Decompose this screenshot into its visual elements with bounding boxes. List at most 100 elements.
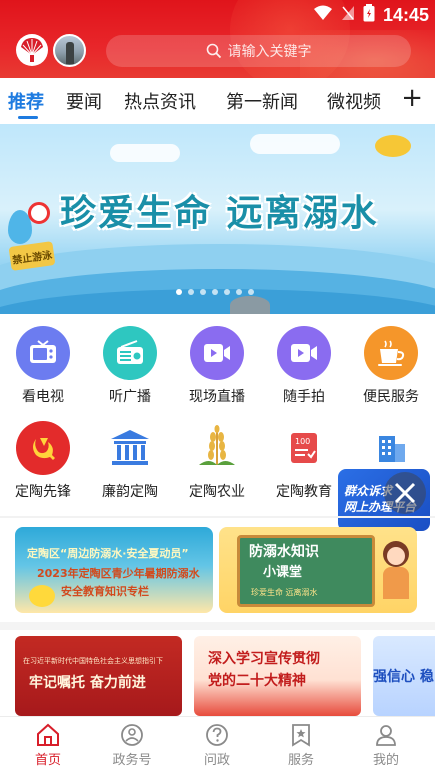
tab-hot-news[interactable]: 热点资讯 [124, 88, 196, 114]
service-watch-tv[interactable]: 看电视 [3, 326, 83, 406]
carousel-dot[interactable] [212, 289, 218, 295]
service-label: 现场直播 [189, 389, 245, 405]
close-icon [394, 482, 416, 504]
camera-video-icon [277, 326, 331, 380]
service-label: 定陶先锋 [15, 484, 71, 500]
carousel-dot[interactable] [176, 289, 182, 295]
service-convenience[interactable]: 便民服务 [351, 326, 431, 406]
user-avatar[interactable] [53, 34, 86, 67]
carousel-dots [176, 289, 254, 295]
status-bar: 14:45 [313, 4, 429, 26]
news-card[interactable]: 在习近平新时代中国特色社会主义思想指引下 牢记嘱托 奋力前进 [15, 636, 182, 716]
tab-active-indicator [18, 116, 38, 119]
nav-label: 首页 [34, 753, 61, 768]
carousel-dot[interactable] [200, 289, 206, 295]
app-screen: 14:45 请输入关键字 推荐 要闻 热点资讯 第一新闻 微视频 + 珍爱生命 … [0, 0, 435, 775]
girl-illustration [379, 541, 413, 601]
bird-icon [375, 135, 411, 157]
radio-icon [103, 326, 157, 380]
government-building-icon [103, 421, 157, 475]
carousel-dot[interactable] [248, 289, 254, 295]
nav-ask-government[interactable]: 问政 [182, 723, 252, 768]
nav-mine[interactable]: 我的 [351, 723, 421, 768]
fan-logo-icon [21, 38, 43, 62]
nav-label: 服务 [287, 753, 314, 768]
promo-card-line: 定陶区“周边防溺水·安全夏动员” [27, 547, 189, 560]
nav-service[interactable]: 服务 [266, 723, 336, 768]
nav-label: 我的 [372, 753, 399, 768]
service-integrity-dingtao[interactable]: 廉韵定陶 [90, 421, 170, 501]
signal-icon [341, 5, 355, 25]
promo-card-line: 珍爱生命 远离溺水 [251, 588, 318, 597]
close-floating-ad-button[interactable] [384, 472, 426, 514]
service-label: 便民服务 [363, 389, 419, 405]
service-listen-radio[interactable]: 听广播 [90, 326, 170, 406]
tab-first-news[interactable]: 第一新闻 [226, 88, 298, 114]
news-card[interactable]: 深入学习宣传贯彻 党的二十大精神 [194, 636, 361, 716]
service-label: 听广播 [109, 389, 151, 405]
girl-face [387, 547, 405, 565]
banner-title: 珍爱生命 远离溺水 [60, 193, 379, 234]
duck-icon [29, 585, 55, 607]
score-card-icon: 100 [277, 421, 331, 475]
carousel-dot[interactable] [224, 289, 230, 295]
home-icon [37, 723, 59, 746]
nav-label: 政务号 [112, 753, 152, 768]
nav-label: 问政 [203, 753, 230, 768]
carousel-dot[interactable] [188, 289, 194, 295]
wifi-icon [313, 5, 333, 25]
rock-decoration [230, 296, 270, 314]
service-label: 定陶农业 [189, 484, 245, 500]
promo-card-water-safety-class[interactable]: 防溺水知识 小课堂 珍爱生命 远离溺水 [219, 527, 417, 613]
search-placeholder: 请输入关键字 [227, 44, 312, 60]
girl-body [383, 567, 409, 599]
tab-micro-video[interactable]: 微视频 [327, 88, 381, 114]
tab-recommend[interactable]: 推荐 [8, 88, 44, 114]
party-emblem-icon [16, 421, 70, 475]
news-card-title: 牢记嘱托 奋力前进 [29, 675, 146, 691]
search-bar[interactable]: 请输入关键字 [106, 35, 411, 67]
channel-tabs: 推荐 要闻 热点资讯 第一新闻 微视频 + [0, 78, 435, 122]
nav-government-account[interactable]: 政务号 [97, 723, 167, 768]
svg-text:100: 100 [295, 437, 310, 446]
news-card-title: 深入学习宣传贯彻 [208, 651, 320, 667]
tv-icon [16, 326, 70, 380]
section-divider [0, 622, 435, 630]
building-icon [364, 421, 418, 475]
battery-icon [363, 4, 375, 26]
service-star-icon [292, 724, 310, 747]
section-divider [0, 516, 435, 518]
service-live-broadcast[interactable]: 现场直播 [177, 326, 257, 406]
promo-card-line: 安全教育知识专栏 [61, 585, 149, 598]
news-card-title: 党的二十大精神 [208, 673, 306, 689]
live-video-icon [190, 326, 244, 380]
user-icon [376, 725, 396, 746]
news-card-title: 强信心 稳 [373, 669, 434, 685]
government-account-icon [121, 724, 143, 746]
promo-card-line: 防溺水知识 [249, 544, 319, 560]
service-label: 随手拍 [283, 389, 325, 405]
promo-card-drowning-prevention[interactable]: 定陶区“周边防溺水·安全夏动员” 2023年定陶区青少年暑期防溺水 安全教育知识… [15, 527, 213, 613]
service-dingtao-agriculture[interactable]: 定陶农业 [177, 421, 257, 501]
service-snapshot[interactable]: 随手拍 [264, 326, 344, 406]
cloud-decoration [110, 144, 180, 162]
nav-home[interactable]: 首页 [13, 723, 83, 768]
wheat-icon [190, 421, 244, 475]
service-dingtao-pioneer[interactable]: 定陶先锋 [3, 421, 83, 501]
cloud-decoration [250, 134, 340, 154]
banner-carousel[interactable]: 珍爱生命 远离溺水 [0, 124, 435, 314]
search-icon [206, 43, 221, 59]
service-label: 定陶教育 [276, 484, 332, 500]
app-header: 14:45 请输入关键字 [0, 0, 435, 78]
service-dingtao-education[interactable]: 100 定陶教育 [264, 421, 344, 501]
bottom-navigation: 首页 政务号 问政 服务 我的 [0, 716, 435, 775]
status-time: 14:45 [382, 4, 429, 25]
news-card[interactable]: 强信心 稳 [373, 636, 435, 716]
tab-headlines[interactable]: 要闻 [66, 88, 102, 114]
carousel-dot[interactable] [236, 289, 242, 295]
question-icon [206, 724, 228, 746]
add-channel-button[interactable]: + [401, 84, 423, 112]
app-logo[interactable] [16, 34, 48, 66]
service-label: 廉韵定陶 [102, 484, 158, 500]
service-label: 看电视 [22, 389, 64, 405]
